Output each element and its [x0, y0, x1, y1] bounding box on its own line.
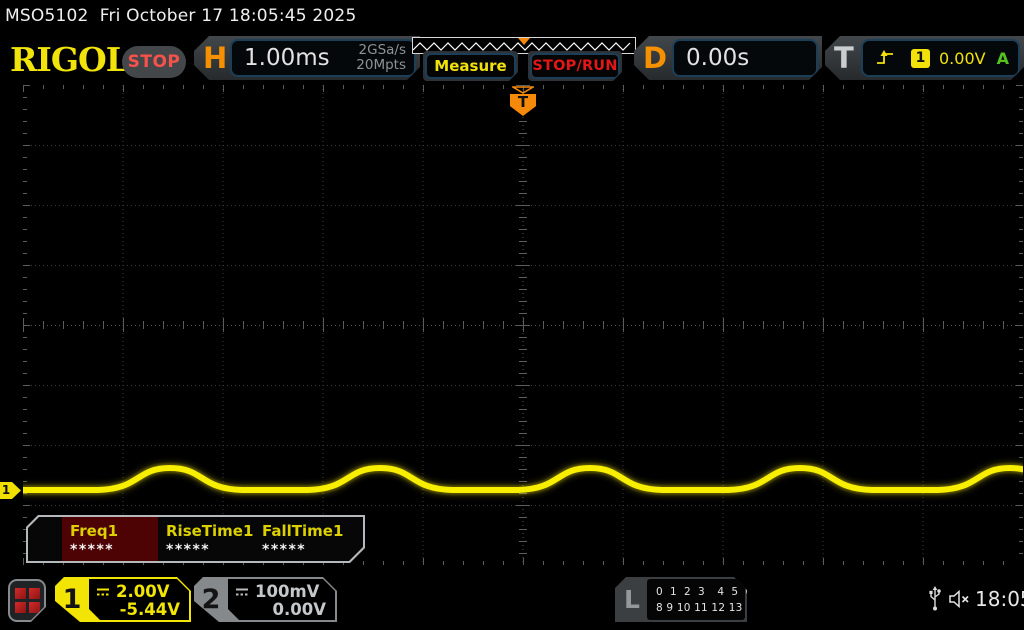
trigger-source-badge: 1	[911, 49, 930, 68]
delay-pod[interactable]: D 0.00s	[634, 36, 822, 80]
measurement-spacer	[28, 517, 62, 561]
channel2-number: 2	[194, 577, 228, 622]
delay-value: 0.00s	[686, 45, 749, 71]
measurement-item-risetime1[interactable]: RiseTime1 *****	[158, 517, 254, 561]
digital-channels-row1: 0 1 2 3 4 5 6 7	[656, 584, 745, 600]
measure-button[interactable]: Measure	[423, 51, 518, 81]
dc-coupling-icon	[95, 586, 111, 598]
channel2-offset: 0.00V	[273, 600, 326, 619]
stop-run-button[interactable]: STOP/RUN	[528, 51, 622, 81]
measurement-value: *****	[166, 542, 254, 558]
ch1-ground-marker[interactable]: 1	[0, 482, 21, 499]
measurement-label: RiseTime1	[166, 522, 254, 540]
measurement-item-falltime1[interactable]: FallTime1 *****	[254, 517, 350, 561]
channel2-badge[interactable]: 2 100mV 0.00V	[194, 577, 337, 622]
timebase-value: 1.00ms	[244, 45, 330, 71]
logic-analyzer-badge[interactable]: L 0 1 2 3 4 5 6 7 8 9 10 11 12 13 14 15	[615, 577, 747, 622]
measurement-label: Freq1	[70, 522, 158, 540]
trigger-sweep-mode: A	[997, 49, 1009, 68]
measurement-item-freq1[interactable]: Freq1 *****	[62, 517, 158, 561]
measurement-panel: Freq1 ***** RiseTime1 ***** FallTime1 **…	[26, 515, 365, 563]
graticule	[23, 85, 1023, 565]
acquisition-info: 2GSa/s 20Mpts	[356, 43, 406, 73]
ch1-ground-marker-label: 1	[0, 482, 12, 499]
measure-button-label: Measure	[434, 57, 506, 75]
oscilloscope-screen: MSO5102 Fri October 17 18:05:45 2025 RIG…	[0, 0, 1024, 630]
run-status-badge[interactable]: STOP	[122, 46, 186, 78]
delay-display: 0.00s	[672, 39, 818, 77]
trigger-label: T	[834, 36, 854, 80]
digital-channels-display: 0 1 2 3 4 5 6 7 8 9 10 11 12 13 14 15	[647, 579, 745, 620]
horizontal-label: H	[203, 36, 227, 80]
model-and-datetime: MSO5102 Fri October 17 18:05:45 2025	[5, 6, 356, 26]
horizontal-pod[interactable]: H 1.00ms 2GSa/s 20Mpts	[194, 36, 420, 80]
trigger-display: 1 0.00V A	[861, 39, 1020, 77]
memory-depth: 20Mpts	[356, 58, 406, 73]
trigger-position-marker-label: T	[518, 94, 528, 116]
measurement-value: *****	[70, 542, 158, 558]
timebase-display: 1.00ms 2GSa/s 20Mpts	[230, 39, 416, 77]
ch1-waveform-fuzz	[23, 468, 1023, 490]
rising-edge-icon	[875, 50, 895, 66]
sample-rate: 2GSa/s	[356, 43, 406, 58]
trigger-position-caret-icon	[512, 86, 534, 94]
channel1-number: 1	[55, 577, 89, 622]
run-status-label: STOP	[128, 52, 181, 72]
rigol-logo: RIGOL	[10, 45, 128, 75]
speaker-mute-icon	[948, 589, 972, 609]
trigger-pod[interactable]: T 1 0.00V A	[825, 36, 1024, 80]
delay-label: D	[643, 36, 667, 80]
main-menu-button[interactable]	[8, 579, 46, 622]
usb-icon	[928, 585, 942, 612]
channel1-offset: -5.44V	[120, 600, 180, 619]
logic-analyzer-label: L	[624, 577, 640, 622]
trigger-level-value: 0.00V	[939, 49, 986, 68]
stop-run-button-label: STOP/RUN	[532, 58, 617, 74]
measurement-value: *****	[262, 542, 350, 558]
menu-grid-icon	[15, 588, 40, 613]
channel1-badge[interactable]: 1 2.00V -5.44V	[55, 577, 191, 622]
clock: 18:05	[975, 587, 1024, 611]
channel1-scale: 2.00V	[116, 582, 169, 601]
dc-coupling-icon	[234, 586, 250, 598]
digital-channels-row2: 8 9 10 11 12 13 14 15	[656, 600, 745, 616]
measurement-label: FallTime1	[262, 522, 350, 540]
channel2-scale: 100mV	[255, 582, 319, 601]
